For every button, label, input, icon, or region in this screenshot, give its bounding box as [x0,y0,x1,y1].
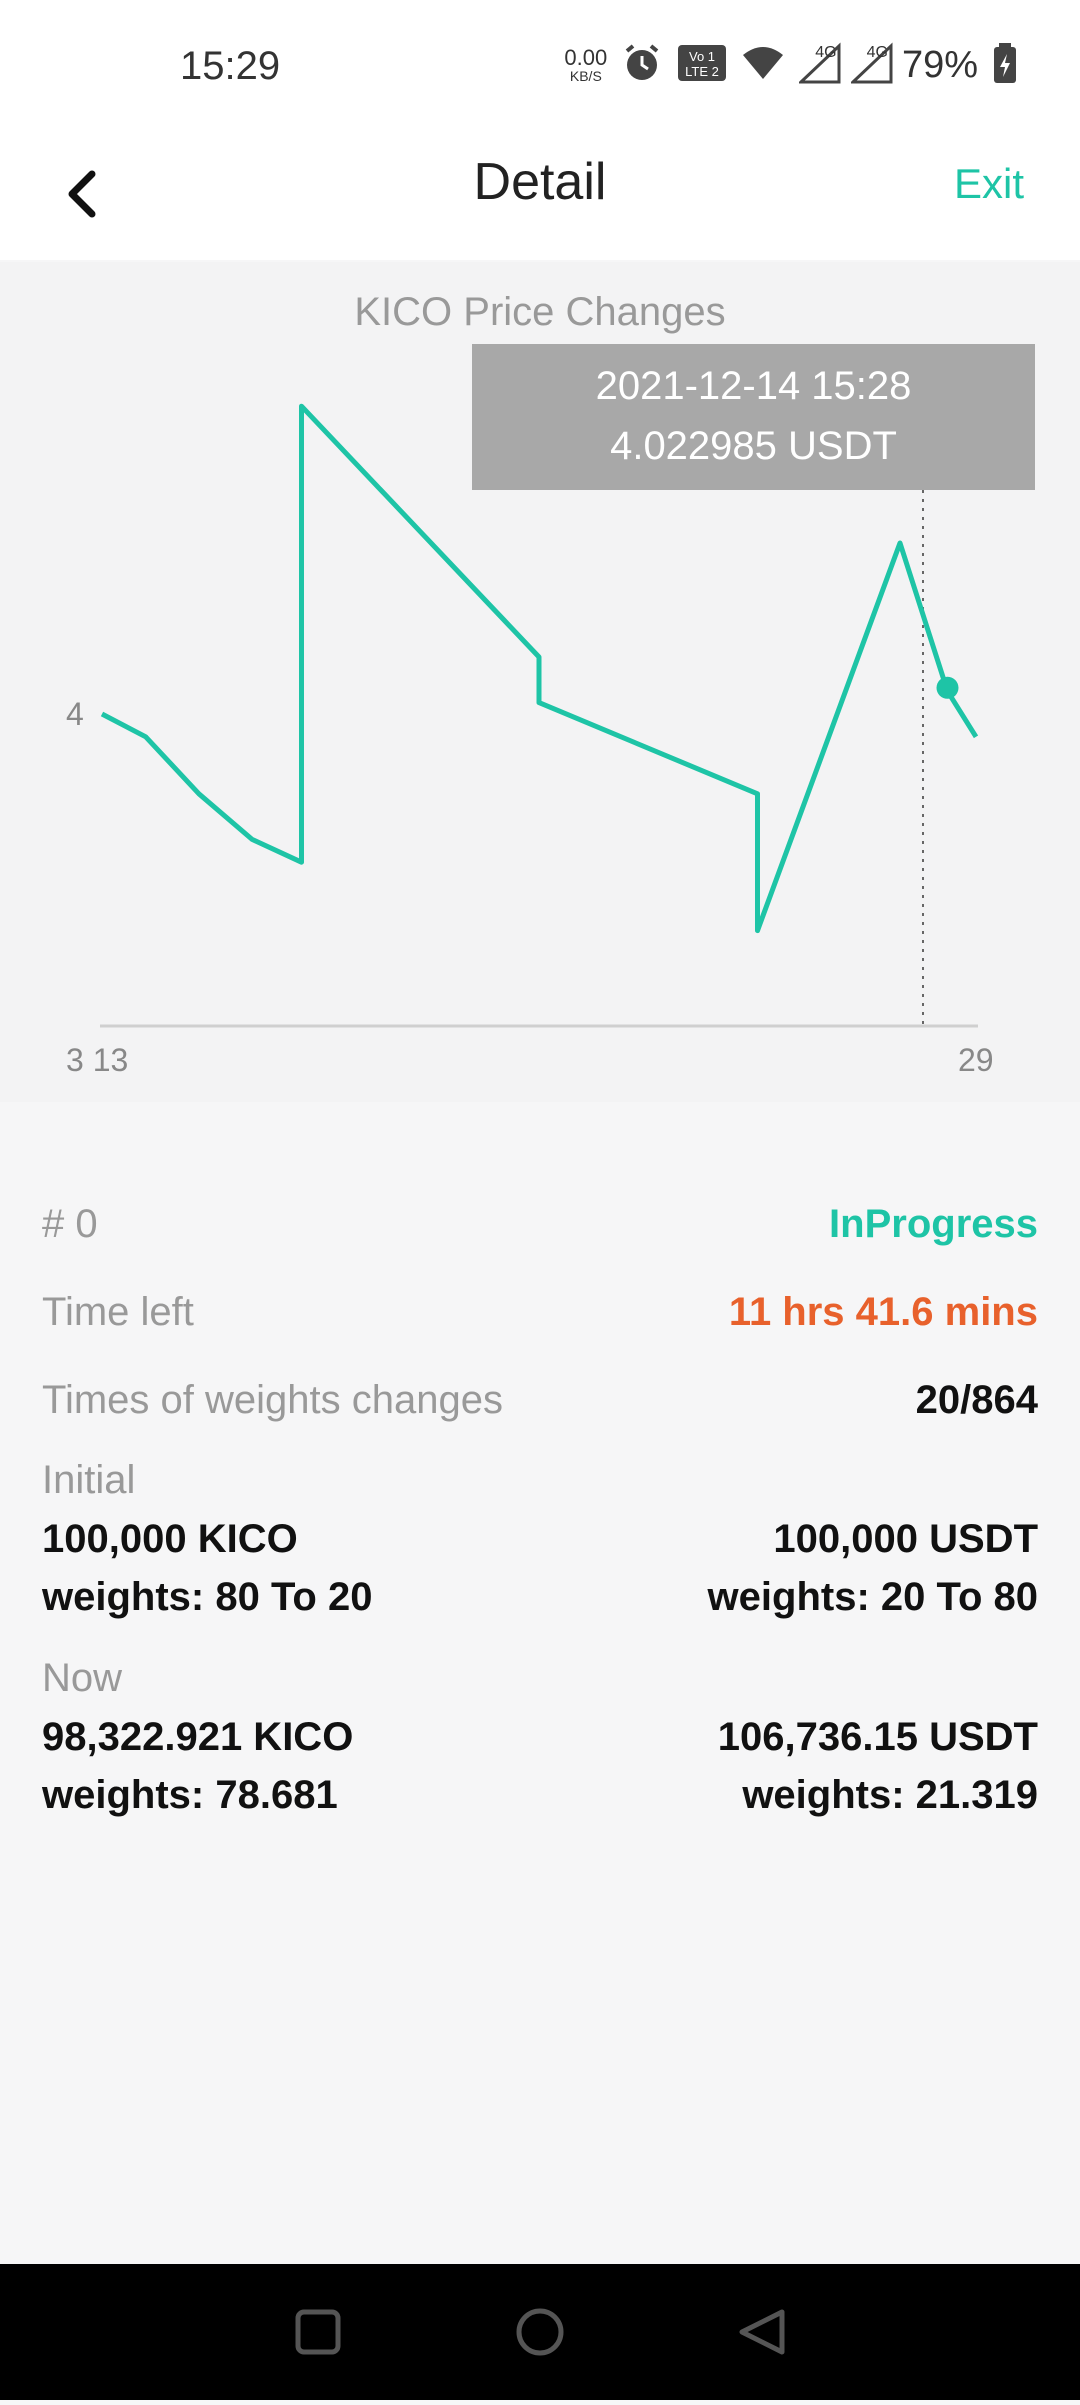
network-type-1: 4G [815,44,837,61]
detail-panel: # 0 InProgress Time left 11 hrs 41.6 min… [42,1180,1038,1824]
time-left-value: 11 hrs 41.6 mins [728,1289,1038,1334]
now-label: Now [42,1656,123,1700]
wifi-icon [741,45,785,86]
app-header: Detail Exit [0,130,1080,260]
initial-values: 100,000 KICO weights: 80 To 20 100,000 U… [42,1510,1038,1626]
now-right-amount: 106,736.15 USDT [717,1715,1038,1759]
alarm-icon [621,42,663,89]
back-nav-button[interactable] [739,2309,785,2355]
tooltip-time: 2021-12-14 15:28 [595,364,912,408]
svg-text:Vo 1: Vo 1 [689,49,715,64]
network-type-2: 4G [866,44,888,61]
status-icons: 0.00 KB/S Vo 1 LTE 2 4G 4G 79% [564,40,1018,90]
status-time: 15:29 [180,44,281,88]
x-tick-label-left: 3 13 [66,1042,129,1078]
price-chart[interactable]: KICO Price Changes 2021-12-14 15:28 4.02… [0,262,1080,1102]
system-nav-bar [0,2264,1080,2400]
now-values: 98,322.921 KICO weights: 78.681 106,736.… [42,1708,1038,1824]
net-speed-unit: KB/S [569,68,602,84]
x-tick-label-right: 29 [958,1042,994,1078]
weights-changes-label: Times of weights changes [42,1377,503,1422]
highlight-point [936,676,959,699]
now-right: 106,736.15 USDT weights: 21.319 [718,1708,1038,1824]
weights-changes-value: 20/864 [915,1377,1038,1422]
page-title: Detail [473,153,607,211]
initial-left-amount: 100,000 KICO [42,1517,298,1561]
index-row: # 0 InProgress [42,1180,1038,1268]
status-bar: 15:29 0.00 KB/S Vo 1 LTE 2 4G 4G 79% [0,0,1080,130]
weights-changes-row: Times of weights changes 20/864 [42,1356,1038,1444]
now-right-weights: weights: 21.319 [742,1773,1038,1817]
now-left-weights: weights: 78.681 [42,1773,338,1817]
initial-left: 100,000 KICO weights: 80 To 20 [42,1510,372,1626]
battery-percent: 79% [901,43,978,86]
svg-text:LTE 2: LTE 2 [685,64,719,79]
initial-right: 100,000 USDT weights: 20 To 80 [708,1510,1038,1626]
recents-button[interactable] [295,2309,341,2355]
volte-icon: Vo 1 LTE 2 [677,44,727,87]
initial-right-amount: 100,000 USDT [773,1517,1038,1561]
net-speed-value: 0.00 [564,45,608,70]
tooltip-value: 4.022985 USDT [610,424,897,468]
initial-left-weights: weights: 80 To 20 [42,1575,373,1619]
time-left-label: Time left [42,1289,194,1334]
index-label: # 0 [42,1201,98,1246]
initial-right-weights: weights: 20 To 80 [707,1575,1038,1619]
initial-label: Initial [42,1458,136,1502]
net-speed: 0.00 KB/S [564,45,608,84]
time-left-row: Time left 11 hrs 41.6 mins [42,1268,1038,1356]
now-left: 98,322.921 KICO weights: 78.681 [42,1708,353,1824]
exit-button[interactable]: Exit [954,160,1024,208]
y-tick-label: 4 [66,696,84,732]
status-badge: InProgress [829,1201,1038,1246]
now-left-amount: 98,322.921 KICO [42,1715,354,1759]
battery-icon [992,42,1018,89]
chart-tooltip: 2021-12-14 15:28 4.022985 USDT [472,344,1035,490]
home-button[interactable] [516,2308,564,2356]
